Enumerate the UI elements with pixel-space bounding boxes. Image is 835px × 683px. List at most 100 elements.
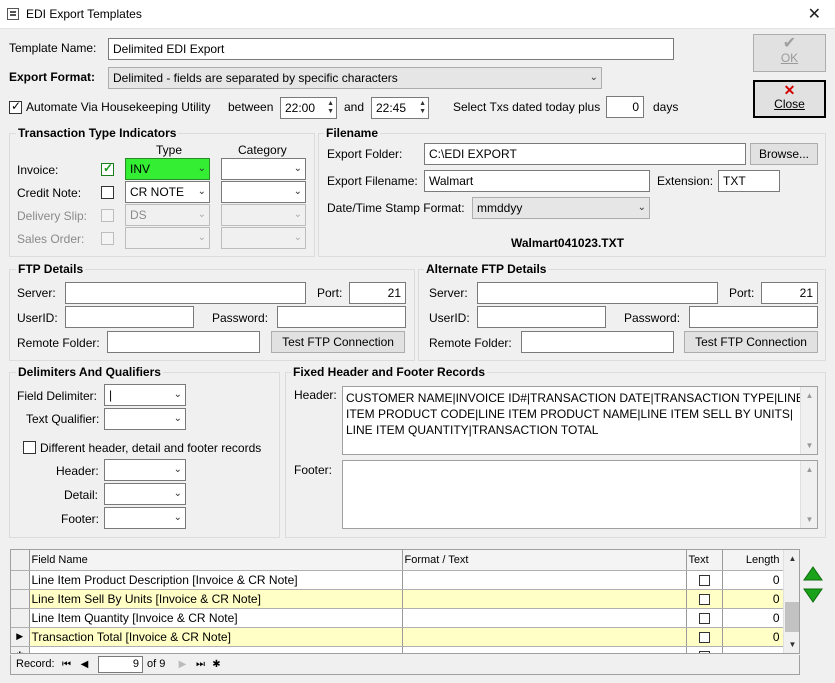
ftp-port-input[interactable]: 21 — [349, 282, 406, 304]
template-name-input[interactable]: Delimited EDI Export — [108, 38, 674, 60]
scroll-up-icon[interactable]: ▲ — [801, 461, 817, 478]
format-cell[interactable] — [402, 646, 687, 653]
credit-note-type-select[interactable]: CR NOTE ⌄ — [125, 181, 210, 203]
format-cell[interactable] — [402, 589, 687, 609]
row-selector[interactable] — [11, 589, 30, 609]
spin-down-icon[interactable]: ▼ — [419, 108, 426, 116]
alt-ftp-userid-input[interactable] — [477, 306, 606, 328]
length-cell[interactable]: 0 — [722, 627, 785, 647]
format-cell[interactable] — [402, 608, 687, 628]
field-name-cell[interactable]: Line Item Quantity [Invoice & CR Note] — [29, 608, 403, 628]
extension-input[interactable]: TXT — [718, 170, 780, 192]
spin-up-icon[interactable]: ▲ — [327, 100, 334, 108]
different-records-checkbox[interactable] — [23, 441, 36, 454]
ftp-remote-input[interactable] — [107, 331, 260, 353]
new-record-row[interactable]: ✱ — [11, 646, 785, 653]
invoice-type-select[interactable]: INV ⌄ — [125, 158, 210, 180]
automate-checkbox[interactable] — [9, 99, 22, 114]
scroll-up-icon[interactable]: ▲ — [784, 550, 799, 567]
field-name-cell[interactable] — [29, 646, 403, 653]
col-header-format[interactable]: Format / Text — [402, 550, 687, 571]
last-record-icon[interactable]: ⏭ — [193, 657, 208, 672]
grid-scrollbar[interactable]: ▲ ▼ — [783, 550, 799, 653]
format-cell[interactable] — [402, 627, 687, 647]
table-row[interactable]: Line Item Product Description [Invoice &… — [11, 570, 785, 590]
text-qualifier-select[interactable]: ⌄ — [104, 408, 186, 430]
delim-footer-select[interactable]: ⌄ — [104, 507, 186, 529]
text-checkbox[interactable] — [698, 631, 710, 643]
invoice-checkbox[interactable] — [101, 161, 114, 176]
scroll-down-icon[interactable]: ▼ — [801, 437, 817, 454]
text-checkbox[interactable] — [698, 650, 710, 653]
next-record-icon[interactable]: ▶ — [175, 657, 190, 672]
row-selector[interactable] — [11, 570, 30, 590]
new-record-nav-icon[interactable]: ✱ — [209, 657, 224, 672]
footer-scrollbar[interactable]: ▲ ▼ — [800, 461, 817, 528]
ftp-userid-input[interactable] — [65, 306, 194, 328]
export-folder-input[interactable]: C:\EDI EXPORT — [424, 143, 746, 165]
delim-header-select[interactable]: ⌄ — [104, 459, 186, 481]
alt-test-ftp-button[interactable]: Test FTP Connection — [684, 331, 818, 353]
close-button[interactable]: ✕ Close — [753, 80, 826, 118]
move-up-icon[interactable] — [802, 565, 824, 583]
browse-button[interactable]: Browse... — [750, 143, 818, 165]
chevron-down-icon: ⌄ — [197, 163, 206, 174]
fixed-footer-textarea[interactable]: ▲ ▼ — [342, 460, 818, 529]
stamp-format-select[interactable]: mmddyy ⌄ — [472, 197, 650, 219]
prev-record-icon[interactable]: ◀ — [77, 657, 92, 672]
text-checkbox[interactable] — [698, 574, 710, 586]
table-row[interactable]: Line Item Quantity [Invoice & CR Note] 0 — [11, 608, 785, 628]
length-cell[interactable] — [722, 646, 785, 653]
start-time-input[interactable]: 22:00 ▲ ▼ — [280, 97, 337, 119]
row-selector[interactable] — [11, 608, 30, 628]
current-row-arrow-icon[interactable]: ▶ — [11, 627, 30, 647]
col-header-length[interactable]: Length — [722, 550, 785, 571]
length-cell[interactable]: 0 — [722, 570, 785, 590]
fixed-header-textarea[interactable]: CUSTOMER NAME|INVOICE ID#|TRANSACTION DA… — [342, 386, 818, 455]
text-checkbox[interactable] — [698, 612, 710, 624]
export-filename-input[interactable]: Walmart — [424, 170, 650, 192]
scroll-up-icon[interactable]: ▲ — [801, 387, 817, 404]
grid-scroll-thumb[interactable] — [785, 602, 799, 632]
text-checkbox[interactable] — [698, 593, 710, 605]
scroll-down-icon[interactable]: ▼ — [801, 511, 817, 528]
field-name-cell[interactable]: Transaction Total [Invoice & CR Note] — [29, 627, 403, 647]
credit-note-checkbox[interactable] — [101, 186, 114, 199]
sales-order-label: Sales Order: — [17, 232, 85, 246]
invoice-category-select[interactable]: ⌄ — [221, 158, 306, 180]
header-scrollbar[interactable]: ▲ ▼ — [800, 387, 817, 454]
field-name-cell[interactable]: Line Item Product Description [Invoice &… — [29, 570, 403, 590]
alt-ftp-port-input[interactable]: 21 — [761, 282, 818, 304]
end-time-input[interactable]: 22:45 ▲ ▼ — [371, 97, 429, 119]
field-delimiter-select[interactable]: | ⌄ — [104, 384, 186, 406]
col-header-text[interactable]: Text — [686, 550, 723, 571]
ftp-server-input[interactable] — [65, 282, 306, 304]
scroll-down-icon[interactable]: ▼ — [784, 636, 799, 653]
first-record-icon[interactable]: ⏮ — [59, 657, 74, 672]
table-row[interactable]: Line Item Sell By Units [Invoice & CR No… — [11, 589, 785, 609]
length-cell[interactable]: 0 — [722, 608, 785, 628]
record-number-input[interactable]: 9 — [98, 656, 143, 673]
export-folder-label: Export Folder: — [327, 147, 403, 161]
credit-note-category-select[interactable]: ⌄ — [221, 181, 306, 203]
alt-ftp-password-input[interactable] — [689, 306, 818, 328]
field-delimiter-label: Field Delimiter: — [17, 389, 98, 403]
alt-ftp-remote-input[interactable] — [521, 331, 674, 353]
col-header-field-name[interactable]: Field Name — [29, 550, 403, 571]
close-label: Close — [774, 97, 805, 111]
window-close-icon[interactable]: ✕ — [808, 4, 821, 24]
move-down-icon[interactable] — [802, 586, 824, 604]
spin-down-icon[interactable]: ▼ — [327, 108, 334, 116]
ftp-password-input[interactable] — [277, 306, 406, 328]
field-name-cell[interactable]: Line Item Sell By Units [Invoice & CR No… — [29, 589, 403, 609]
delim-detail-select[interactable]: ⌄ — [104, 483, 186, 505]
ok-button[interactable]: ✔ OK — [753, 34, 826, 72]
table-row[interactable]: ▶ Transaction Total [Invoice & CR Note] … — [11, 627, 785, 647]
length-cell[interactable]: 0 — [722, 589, 785, 609]
format-cell[interactable] — [402, 570, 687, 590]
export-format-select[interactable]: Delimited - fields are separated by spec… — [108, 67, 602, 89]
alt-ftp-server-input[interactable] — [477, 282, 718, 304]
spin-up-icon[interactable]: ▲ — [419, 100, 426, 108]
test-ftp-button[interactable]: Test FTP Connection — [271, 331, 405, 353]
days-input[interactable]: 0 — [606, 96, 644, 118]
